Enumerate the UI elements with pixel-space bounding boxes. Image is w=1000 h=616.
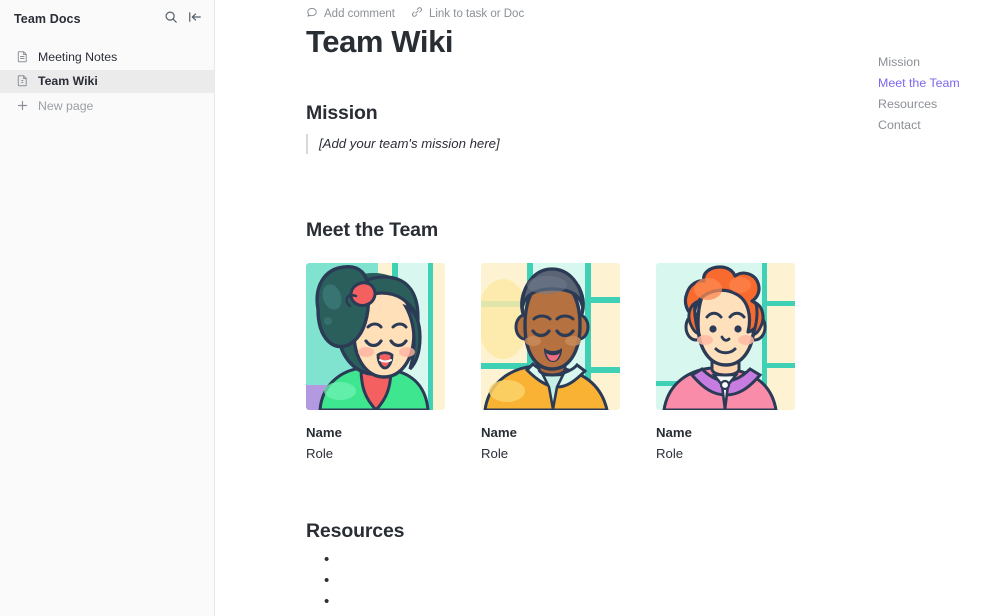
team-member-card: Name Role [306, 263, 445, 463]
document-icon [16, 74, 29, 90]
man-yellow-jacket-avatar [481, 263, 620, 410]
resources-list [306, 554, 866, 616]
workspace-title: Team Docs [14, 12, 164, 26]
member-role: Role [656, 445, 795, 463]
table-of-contents: Mission Meet the Team Resources Contact [878, 52, 1000, 136]
woman-teal-ponytail-avatar [306, 263, 445, 410]
list-item[interactable] [324, 554, 866, 575]
team-member-card: Name Role [656, 263, 795, 463]
section-heading-resources: Resources [306, 518, 866, 544]
member-role: Role [481, 445, 620, 463]
team-grid: Name Role [306, 263, 866, 463]
app-root: Team Docs [0, 0, 1000, 616]
toc-item-resources[interactable]: Resources [878, 94, 1000, 115]
sidebar-item-label: Meeting Notes [38, 46, 117, 69]
add-comment-button[interactable]: Add comment [306, 4, 395, 23]
sidebar-page-list: Meeting Notes Team Wiki [0, 46, 214, 118]
section-heading-team: Meet the Team [306, 217, 866, 243]
member-role: Role [306, 445, 445, 463]
member-name: Name [481, 424, 620, 442]
document-toolbar: Add comment Link to task or Doc [306, 4, 524, 23]
list-item[interactable] [324, 596, 866, 616]
document-content: Mission [Add your team's mission here] M… [306, 100, 866, 616]
sidebar-header-actions [164, 10, 202, 29]
woman-orange-hair-avatar [656, 263, 795, 410]
search-icon[interactable] [164, 10, 178, 29]
page-title[interactable]: Team Wiki [306, 22, 453, 62]
sidebar-item-team-wiki[interactable]: Team Wiki [0, 70, 214, 93]
section-heading-mission: Mission [306, 100, 866, 126]
member-name: Name [656, 424, 795, 442]
plus-icon [16, 99, 29, 115]
sidebar: Team Docs [0, 0, 215, 616]
comment-icon [306, 6, 318, 21]
sidebar-new-page-button[interactable]: New page [0, 95, 214, 118]
document-icon [16, 50, 29, 66]
link-to-task-button[interactable]: Link to task or Doc [411, 4, 524, 23]
team-member-card: Name Role [481, 263, 620, 463]
sidebar-item-meeting-notes[interactable]: Meeting Notes [0, 46, 214, 69]
sidebar-item-label: Team Wiki [38, 70, 98, 93]
mission-quote[interactable]: [Add your team's mission here] [306, 134, 866, 154]
document-area: Add comment Link to task or Doc Team Wik… [215, 0, 1000, 616]
link-icon [411, 6, 423, 21]
list-item[interactable] [324, 575, 866, 596]
toc-item-meet-the-team[interactable]: Meet the Team [878, 73, 1000, 94]
link-to-task-label: Link to task or Doc [429, 8, 524, 20]
sidebar-header: Team Docs [0, 4, 214, 34]
add-comment-label: Add comment [324, 8, 395, 20]
toc-item-mission[interactable]: Mission [878, 52, 1000, 73]
sidebar-item-label: New page [38, 95, 93, 118]
toc-item-contact[interactable]: Contact [878, 115, 1000, 136]
member-name: Name [306, 424, 445, 442]
collapse-sidebar-icon[interactable] [188, 10, 202, 29]
